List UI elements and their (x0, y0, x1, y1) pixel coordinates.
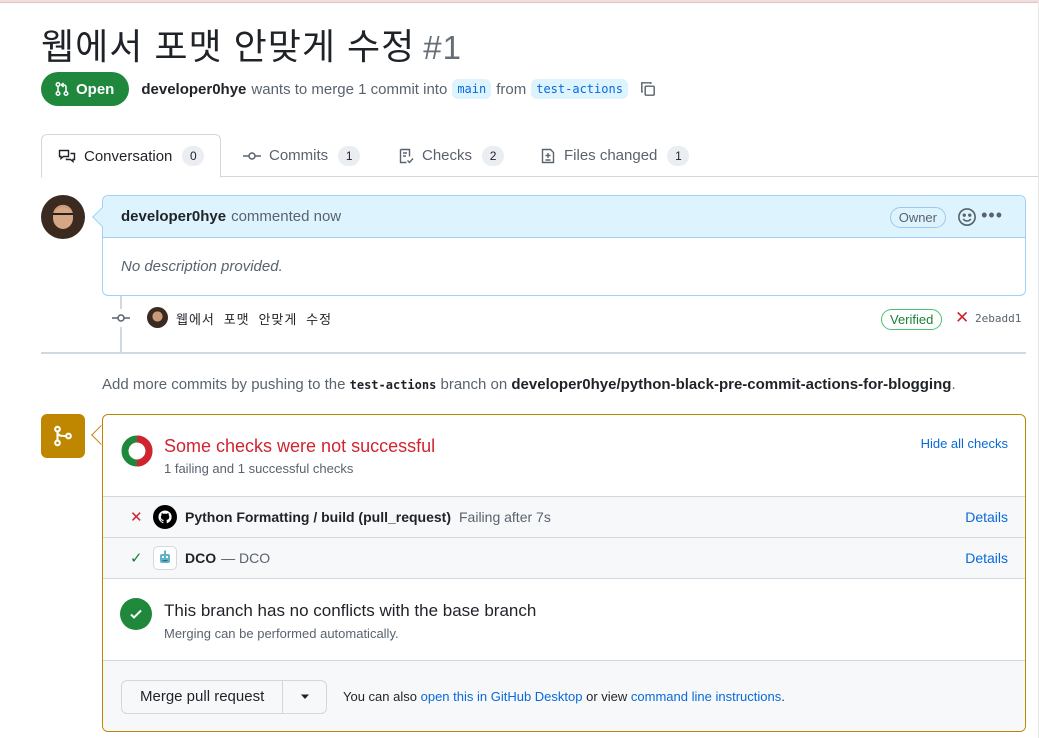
pr-title-text: 웹에서 포맷 안맞게 수정 (41, 26, 416, 67)
check-row-dco: ✓ DCO — DCO Details (103, 538, 1025, 579)
push-hint: Add more commits by pushing to the test-… (102, 376, 956, 393)
tab-label: Files changed (564, 147, 658, 164)
tab-label: Conversation (84, 147, 173, 165)
tab-counter: 1 (338, 145, 361, 166)
tab-label: Checks (422, 147, 473, 164)
comment-card: developer0hye commented now Owner ••• No… (92, 195, 1026, 296)
tab-commits[interactable]: Commits 1 (243, 134, 361, 177)
tab-files-changed[interactable]: Files changed 1 (540, 134, 690, 177)
triangle-down-icon (300, 694, 309, 699)
hint-prefix: Add more commits by pushing to the (102, 376, 346, 393)
check-row-python-formatting: ✕ Python Formatting / build (pull_reques… (103, 497, 1025, 538)
checks-status-donut-icon (121, 435, 153, 467)
check-details-link[interactable]: Details (965, 509, 1008, 525)
page-top-border (0, 0, 1039, 3)
owner-badge: Owner (889, 207, 946, 228)
conflict-subtitle: Merging can be performed automatically. (164, 626, 399, 641)
base-branch[interactable]: main (452, 79, 492, 99)
note-suffix: . (781, 689, 785, 704)
merge-text: wants to merge 1 commit into (251, 80, 448, 98)
commit-message[interactable]: 웹에서 포맷 안맞게 수정 (176, 309, 332, 328)
github-icon (153, 505, 177, 529)
commit-failure-x-icon[interactable]: ✕ (955, 308, 969, 328)
verified-badge[interactable]: Verified (881, 309, 943, 330)
hint-suffix: . (951, 376, 956, 393)
conflict-status: This branch has no conflicts with the ba… (103, 579, 1025, 661)
note-middle: or view (586, 689, 628, 704)
tab-label: Commits (269, 147, 329, 164)
hint-branch: test-actions (349, 378, 437, 392)
kebab-menu-icon[interactable]: ••• (981, 206, 1003, 224)
tab-checks[interactable]: Checks 2 (398, 134, 505, 177)
commit-node-icon (111, 309, 131, 327)
comment-author-avatar[interactable] (41, 195, 85, 239)
failure-x-icon: ✕ (130, 509, 143, 526)
comment-author[interactable]: developer0hye (121, 208, 226, 225)
comment-discussion-icon (58, 149, 76, 163)
checks-header: Some checks were not successful 1 failin… (103, 415, 1025, 497)
conflict-title: This branch has no conflicts with the ba… (164, 601, 537, 620)
commit-author-avatar[interactable] (147, 307, 168, 328)
merge-note: You can also open this in GitHub Desktop… (343, 689, 785, 704)
open-github-desktop-link[interactable]: open this in GitHub Desktop (421, 689, 583, 704)
merge-options-dropdown[interactable] (283, 681, 326, 713)
hint-middle: branch on (440, 376, 508, 393)
pull-request-icon (55, 81, 69, 97)
check-name: DCO — DCO (185, 550, 271, 566)
state-badge-open: Open (41, 72, 130, 106)
hide-all-checks-link[interactable]: Hide all checks (921, 436, 1008, 451)
state-label: Open (76, 80, 115, 98)
comment-action: commented now (231, 208, 342, 225)
comment-body: No description provided. (121, 258, 283, 275)
commit-icon (243, 151, 261, 160)
hint-repo: developer0hye/python-black-pre-commit-ac… (511, 376, 952, 393)
head-branch[interactable]: test-actions (531, 79, 628, 99)
check-name: Python Formatting / build (pull_request)… (185, 509, 551, 525)
comment-header: developer0hye commented now Owner ••• (103, 196, 1025, 238)
tab-counter: 2 (482, 145, 505, 166)
check-details-link[interactable]: Details (965, 550, 1008, 566)
merge-status-box: Some checks were not successful 1 failin… (102, 414, 1026, 732)
reaction-smiley-icon[interactable] (957, 207, 977, 231)
author-link[interactable]: developer0hye (141, 81, 246, 98)
tab-counter: 0 (182, 146, 205, 166)
pr-title: 웹에서 포맷 안맞게 수정 #1 (41, 18, 462, 70)
merge-pull-request-button[interactable]: Merge pull request (122, 681, 284, 713)
merge-footer: Merge pull request You can also open thi… (103, 661, 1025, 731)
pr-state-row: Open developer0hye wants to merge 1 comm… (41, 72, 657, 106)
dco-bot-icon (153, 546, 177, 570)
git-merge-icon (41, 414, 85, 458)
copy-icon[interactable] (639, 80, 657, 98)
merge-button-group: Merge pull request (121, 680, 328, 714)
timeline-divider (41, 352, 1026, 354)
merge-meta: developer0hye wants to merge 1 commit in… (141, 79, 657, 99)
success-check-icon: ✓ (130, 550, 143, 567)
checks-title: Some checks were not successful (164, 436, 436, 456)
check-circle-icon (120, 598, 152, 630)
command-line-instructions-link[interactable]: command line instructions (631, 689, 781, 704)
commit-sha[interactable]: 2ebadd1 (975, 312, 1021, 325)
tab-conversation[interactable]: Conversation 0 (41, 134, 222, 178)
pr-tabs: Conversation 0 Commits 1 Checks 2 Files … (41, 134, 1039, 178)
pr-number: #1 (423, 29, 462, 66)
tab-counter: 1 (667, 145, 690, 166)
from-text: from (496, 80, 527, 98)
file-diff-icon (541, 148, 555, 163)
note-prefix: You can also (343, 689, 417, 704)
checklist-icon (399, 148, 414, 164)
checks-subtitle: 1 failing and 1 successful checks (164, 461, 354, 476)
